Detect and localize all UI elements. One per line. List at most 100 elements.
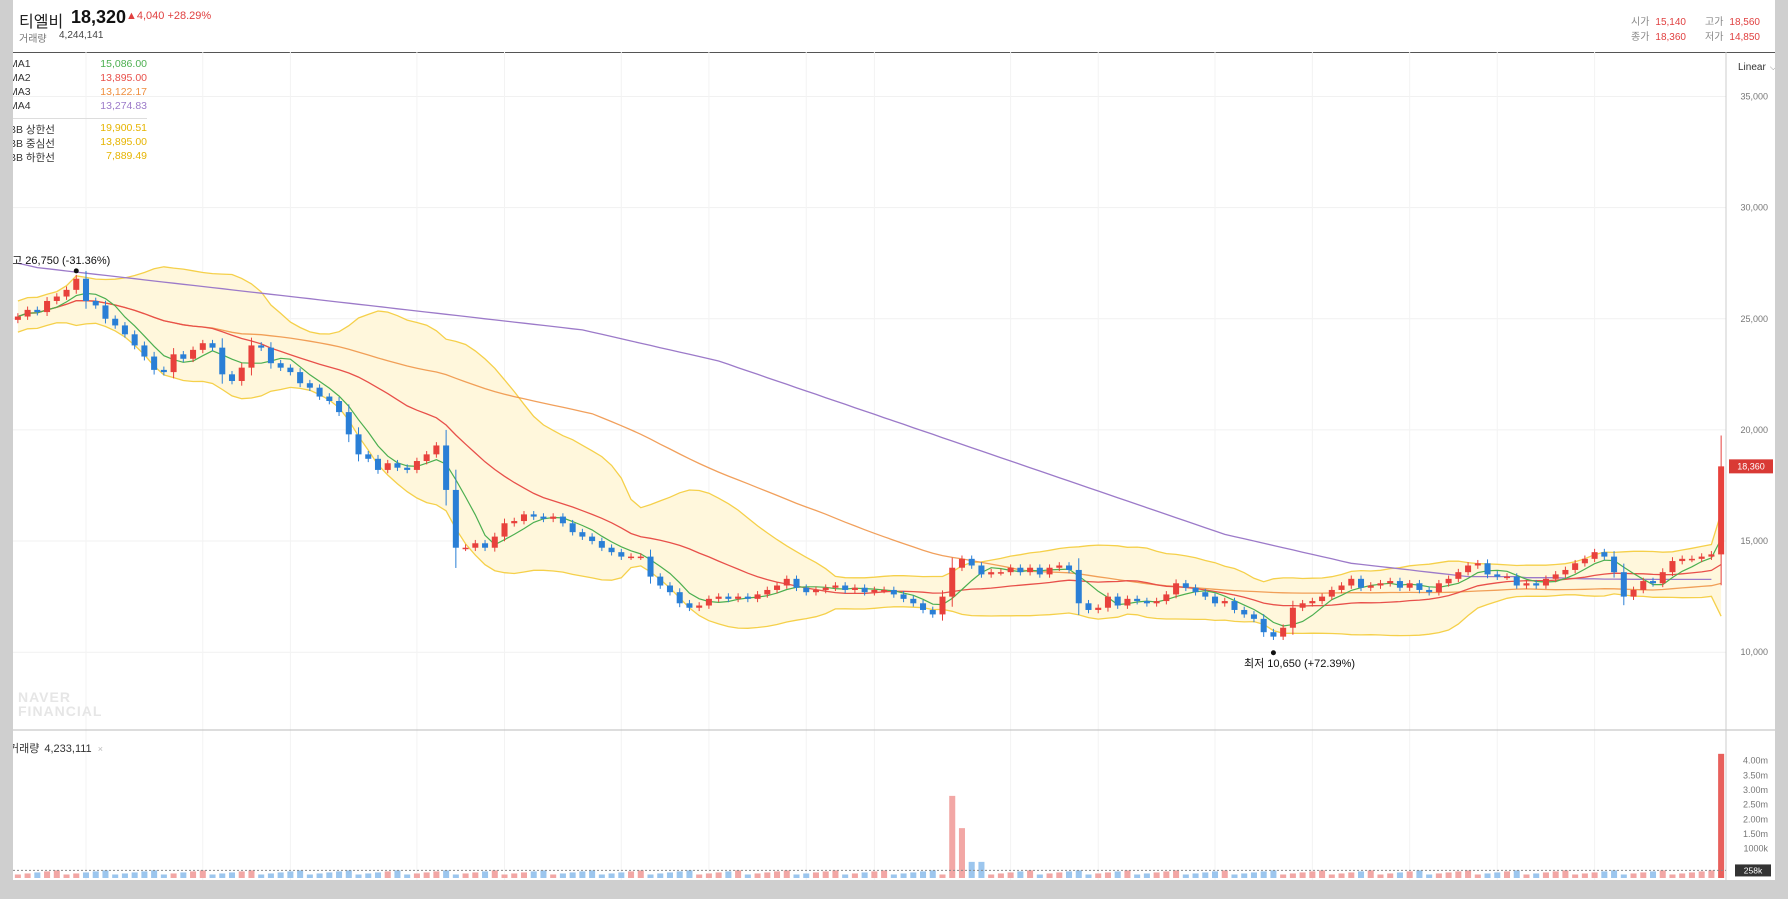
- candle-body: [1503, 576, 1511, 579]
- candle-body: [822, 587, 829, 590]
- candle-body: [1445, 578, 1452, 584]
- candle-body: [1056, 565, 1063, 568]
- candle-body: [374, 458, 382, 470]
- volume-bar: [452, 874, 459, 878]
- volume-bar: [890, 874, 897, 878]
- volume-bar: [1319, 870, 1326, 878]
- volume-bar: [336, 871, 343, 878]
- candle-body: [589, 536, 596, 542]
- candle-body: [209, 343, 216, 348]
- candle-body: [696, 605, 703, 608]
- volume-bar: [413, 873, 420, 878]
- volume-bar: [1104, 872, 1111, 878]
- candle-body: [1533, 583, 1540, 586]
- candle-body: [297, 372, 304, 384]
- volume-bar: [647, 874, 654, 878]
- volume-bar: [102, 870, 109, 878]
- volume-bar: [53, 870, 60, 878]
- volume-bar: [1611, 870, 1618, 878]
- y-tick-label: 25,000: [1740, 314, 1768, 324]
- volume-bar: [569, 872, 576, 878]
- volume-bar: [1134, 874, 1141, 878]
- candle-body: [336, 401, 343, 413]
- candle-body: [82, 278, 90, 301]
- candle-body: [443, 445, 450, 490]
- volume-bar: [1231, 874, 1238, 878]
- candle-body: [1104, 596, 1111, 608]
- candle-body: [1036, 567, 1043, 575]
- legend-bb-lower: BB 하한선 7,889.49: [9, 150, 147, 164]
- volume-tick-label: 2.00m: [1743, 814, 1768, 824]
- candle-body: [861, 587, 868, 593]
- low-marker: [1270, 650, 1276, 656]
- candle-body: [647, 556, 654, 577]
- candle-body: [939, 596, 946, 615]
- candle-body: [890, 589, 897, 595]
- candle-body: [637, 556, 644, 559]
- volume-bar: [141, 871, 148, 878]
- candle-body: [550, 516, 557, 519]
- candle-body: [423, 454, 430, 462]
- volume-bar: [1523, 874, 1530, 878]
- volume-bar: [209, 874, 216, 878]
- volume-bar: [1562, 870, 1569, 878]
- candle-body: [1562, 569, 1569, 575]
- candle-body: [141, 345, 148, 357]
- volume-bar: [73, 873, 80, 878]
- candle-body: [900, 594, 907, 599]
- volume-tick-label: 1000k: [1743, 844, 1768, 854]
- y-tick-label: 10,000: [1740, 647, 1768, 657]
- candle-body: [735, 596, 742, 599]
- volume-bar: [920, 871, 927, 878]
- candle-body: [277, 363, 284, 368]
- scale-toggle-button[interactable]: Linear ⌵: [1738, 62, 1777, 73]
- volume-bar: [676, 871, 683, 878]
- price-chart[interactable]: 35,000 30,000 25,000 20,000 15,000 10,000 4.00…: [0, 0, 1788, 899]
- candle-body: [1280, 627, 1287, 637]
- volume-bar: [1007, 872, 1014, 878]
- volume-bar: [1289, 873, 1296, 878]
- candle-body: [910, 598, 917, 604]
- volume-bar: [520, 872, 527, 878]
- volume-bar: [949, 795, 956, 878]
- volume-bar: [1474, 874, 1481, 878]
- candle-body: [1591, 552, 1598, 559]
- volume-bar: [1435, 873, 1442, 878]
- volume-bar: [812, 872, 819, 878]
- volume-bar: [180, 872, 187, 878]
- volume-bar: [1649, 871, 1657, 878]
- candle-body: [199, 343, 206, 350]
- volume-bar: [1124, 870, 1131, 878]
- candle-body: [1484, 563, 1491, 575]
- candle-body: [832, 585, 839, 588]
- volume-bar: [1484, 873, 1491, 878]
- volume-bar: [842, 874, 849, 878]
- volume-bar: [822, 871, 829, 878]
- candle-body: [1309, 601, 1316, 604]
- volume-bar: [219, 873, 226, 878]
- candle-body: [413, 461, 420, 470]
- candle-body: [1095, 607, 1102, 610]
- candle-body: [190, 349, 197, 359]
- candle-body: [1075, 569, 1082, 604]
- volume-bar: [735, 870, 742, 878]
- volume-bar: [939, 874, 946, 878]
- candle-body: [267, 347, 274, 364]
- volume-bar: [997, 873, 1004, 878]
- candle-body: [433, 445, 440, 455]
- volume-bar: [705, 873, 712, 878]
- candle-body: [365, 454, 372, 459]
- candle-body: [1241, 609, 1248, 615]
- candle-body: [1669, 561, 1676, 573]
- volume-bar: [1066, 871, 1073, 878]
- close-icon[interactable]: ×: [98, 744, 103, 754]
- candle-body: [520, 514, 527, 522]
- candle-body: [306, 383, 313, 388]
- low-annotation: 최저 10,650 (+72.39%): [1244, 657, 1355, 670]
- volume-bar: [491, 870, 498, 878]
- volume-bar: [783, 870, 790, 878]
- candle-body: [871, 589, 878, 593]
- candle-body: [1552, 574, 1559, 579]
- candle-body: [121, 325, 128, 335]
- volume-bar: [832, 870, 839, 878]
